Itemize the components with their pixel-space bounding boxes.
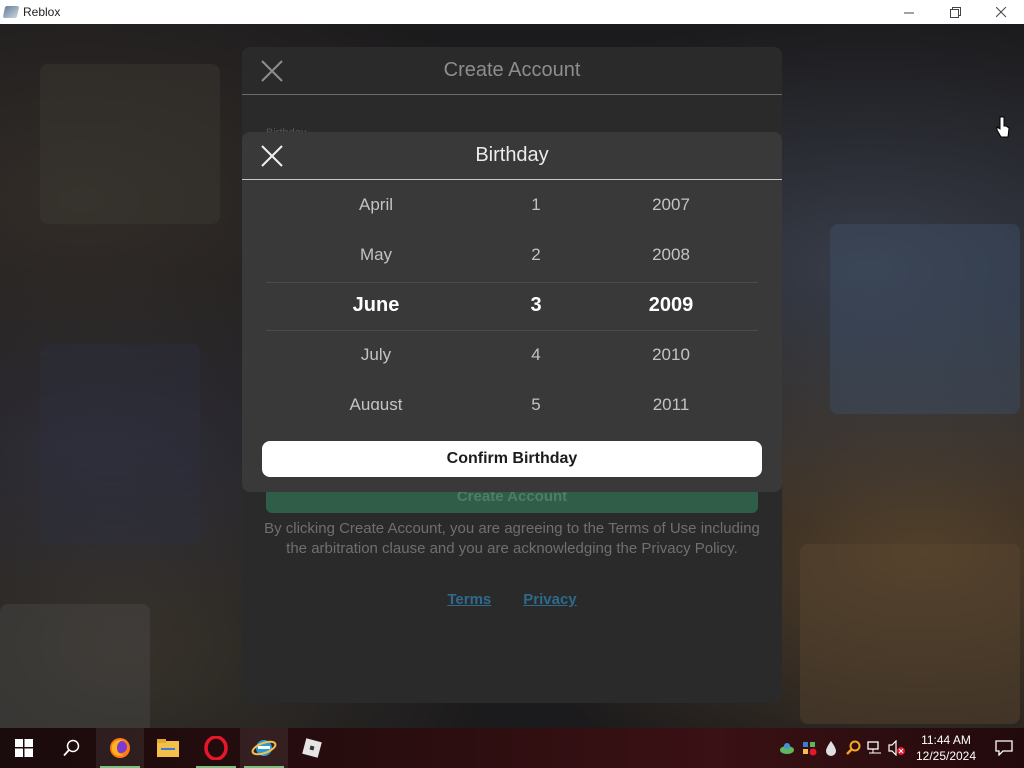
- year-option[interactable]: 2011: [621, 395, 721, 410]
- volume-muted-icon: [888, 740, 905, 756]
- day-option[interactable]: 1: [486, 195, 586, 215]
- network-icon: [867, 741, 881, 754]
- create-account-title: Create Account: [443, 59, 581, 81]
- windows-start-icon: [15, 739, 33, 757]
- notification-icon: [995, 740, 1013, 756]
- file-explorer-icon: [157, 739, 179, 757]
- day-option[interactable]: 2: [486, 245, 586, 265]
- bg-decor: [40, 64, 220, 224]
- taskbar-internet-explorer[interactable]: [240, 728, 288, 768]
- network-app-icon: [780, 743, 794, 754]
- tray-drop-app[interactable]: [820, 728, 842, 768]
- legal-links: Terms Privacy: [242, 591, 782, 608]
- picker-row[interactable]: August 5 2011: [266, 380, 758, 410]
- security-icon: [803, 742, 817, 756]
- picker-row[interactable]: July 4 2010: [266, 330, 758, 380]
- restore-button[interactable]: [932, 0, 978, 24]
- opera-icon: [204, 736, 228, 760]
- birthday-picker[interactable]: April 1 2007 May 2 2008 June 3 2009 July…: [266, 180, 758, 410]
- year-option[interactable]: 2008: [621, 245, 721, 265]
- day-option[interactable]: 4: [486, 345, 586, 365]
- system-tray: 11:44 AM 12/25/2024: [776, 728, 1024, 768]
- birthday-header: Birthday: [242, 132, 782, 180]
- close-icon: [995, 6, 1006, 17]
- search-icon: [63, 739, 80, 757]
- taskbar-firefox[interactable]: [96, 728, 144, 768]
- search-button[interactable]: [48, 728, 96, 768]
- taskbar-roblox[interactable]: [288, 728, 336, 768]
- clock-date: 12/25/2024: [915, 749, 977, 763]
- bg-decor: [830, 224, 1020, 414]
- tray-search-app[interactable]: [842, 728, 864, 768]
- terms-link[interactable]: Terms: [447, 591, 491, 608]
- tray-security[interactable]: [798, 728, 820, 768]
- month-option[interactable]: April: [326, 195, 426, 215]
- ie-icon: [251, 740, 277, 756]
- legal-text: By clicking Create Account, you are agre…: [264, 520, 760, 557]
- minimize-button[interactable]: [886, 0, 932, 24]
- window-controls: [886, 0, 1024, 24]
- privacy-link[interactable]: Privacy: [523, 591, 576, 608]
- restore-icon: [949, 6, 961, 18]
- window-title: Reblox: [23, 5, 61, 19]
- droplet-icon: [826, 741, 836, 756]
- mouse-cursor-icon: [996, 116, 1010, 138]
- month-option[interactable]: May: [326, 245, 426, 265]
- firefox-icon: [110, 738, 130, 758]
- selected-month[interactable]: June: [326, 294, 426, 317]
- selected-year[interactable]: 2009: [621, 294, 721, 317]
- close-window-button[interactable]: [978, 0, 1024, 24]
- picker-row[interactable]: April 1 2007: [266, 180, 758, 230]
- year-option[interactable]: 2007: [621, 195, 721, 215]
- tray-volume[interactable]: [886, 728, 908, 768]
- tray-network[interactable]: [864, 728, 886, 768]
- action-center-button[interactable]: [984, 728, 1024, 768]
- window-title-bar: Reblox: [0, 0, 1024, 24]
- magnifier-icon: [846, 740, 861, 755]
- taskbar-file-explorer[interactable]: [144, 728, 192, 768]
- reblox-app-icon: [2, 6, 20, 18]
- bg-decor: [0, 604, 150, 728]
- birthday-title: Birthday: [475, 144, 549, 166]
- minimize-icon: [903, 12, 914, 13]
- picker-row[interactable]: May 2 2008: [266, 230, 758, 280]
- selected-day[interactable]: 3: [486, 294, 586, 317]
- month-option[interactable]: August: [326, 395, 426, 410]
- clock-time: 11:44 AM: [921, 733, 971, 747]
- picker-row-selected[interactable]: June 3 2009: [266, 280, 758, 330]
- taskbar-clock[interactable]: 11:44 AM 12/25/2024: [908, 732, 984, 764]
- month-option[interactable]: July: [326, 345, 426, 365]
- bg-decor: [40, 344, 200, 544]
- roblox-icon: [302, 738, 322, 758]
- year-option[interactable]: 2010: [621, 345, 721, 365]
- start-button[interactable]: [0, 728, 48, 768]
- bg-decor: [800, 544, 1020, 724]
- tray-network-app[interactable]: [776, 728, 798, 768]
- taskbar-opera[interactable]: [192, 728, 240, 768]
- birthday-modal: Birthday April 1 2007 May 2 2008 June 3 …: [242, 132, 782, 492]
- create-account-header: Create Account: [242, 47, 782, 95]
- taskbar: 11:44 AM 12/25/2024: [0, 728, 1024, 768]
- day-option[interactable]: 5: [486, 395, 586, 410]
- confirm-birthday-button[interactable]: Confirm Birthday: [262, 441, 762, 477]
